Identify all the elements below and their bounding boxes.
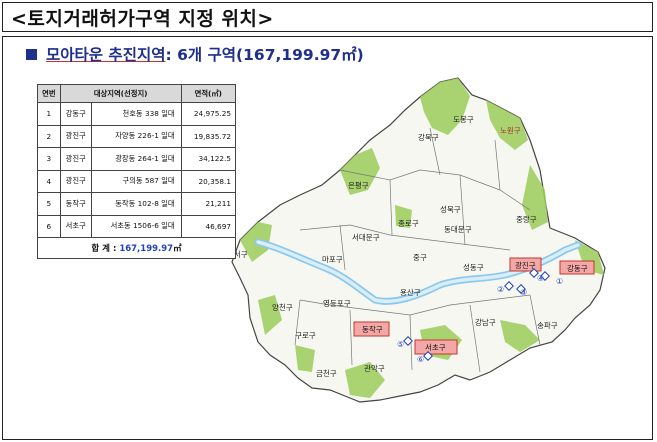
label-dobong: 도봉구 [453, 115, 474, 124]
label-dongjak: 동작구 [362, 324, 383, 334]
label-gangbuk: 강북구 [418, 132, 439, 142]
marker-3: ③ [520, 288, 527, 297]
table-total-row: 합 계 : 167,199.97㎡ [37, 237, 236, 259]
label-dongdaemun: 동대문구 [444, 225, 472, 234]
label-jongno: 종로구 [398, 219, 419, 228]
area-table: 연번 대상지역(선정지) 면적(㎡) 1 강동구 천호동 338 일대 24,9… [37, 84, 237, 259]
total-unit: ㎡ [173, 244, 182, 254]
marker-4: ④ [537, 274, 544, 283]
label-seodaemun: 서대문구 [352, 233, 380, 242]
label-yangcheon: 양천구 [272, 302, 293, 312]
table-row: 1 강동구 천호동 338 일대 24,975.25 [37, 102, 237, 126]
label-gwanak: 관악구 [364, 363, 385, 373]
label-songpa: 송파구 [537, 321, 558, 330]
table-row: 4 광진구 구의동 587 일대 20,358.1 [37, 169, 237, 193]
col-header-area: 면적(㎡) [180, 84, 237, 103]
label-yeongdeungpo: 영등포구 [323, 298, 351, 308]
label-eunpyeong: 은평구 [348, 180, 369, 190]
label-gangdong: 강동구 [567, 263, 588, 273]
table-row: 6 서초구 서초동 1506-6 일대 46,697 [37, 214, 237, 238]
label-junggu: 중구 [413, 253, 427, 262]
label-jungnang: 중랑구 [516, 215, 537, 224]
col-header-target: 대상지역(선정지) [59, 84, 182, 103]
table-row: 3 광진구 광장동 264-1 일대 34,122.5 [37, 147, 237, 171]
col-header-no: 연번 [37, 84, 61, 103]
marker-6: ⑥ [417, 355, 424, 364]
table-header-row: 연번 대상지역(선정지) 면적(㎡) [37, 84, 237, 103]
label-geumcheon: 금천구 [316, 368, 337, 378]
total-label: 합 계 : [91, 244, 120, 254]
marker-1: ① [556, 277, 563, 286]
label-gwangjin: 광진구 [515, 260, 536, 270]
table-row: 5 동작구 동작동 102-8 일대 21,211 [37, 192, 237, 216]
total-value: 167,199.97 [119, 244, 174, 254]
label-mapo: 마포구 [322, 255, 343, 264]
label-guro: 구로구 [295, 331, 316, 340]
label-seocho: 서초구 [425, 343, 446, 352]
label-seongdong: 성동구 [463, 263, 484, 272]
label-seongbuk: 성북구 [440, 205, 461, 214]
table-row: 2 광진구 자양동 226-1 일대 19,835.72 [37, 124, 237, 148]
marker-5: ⑤ [397, 340, 404, 349]
marker-2: ② [497, 285, 504, 294]
label-gangnam: 강남구 [475, 317, 496, 327]
label-nowon: 노원구 [500, 126, 521, 135]
label-yongsan: 용산구 [400, 287, 421, 297]
